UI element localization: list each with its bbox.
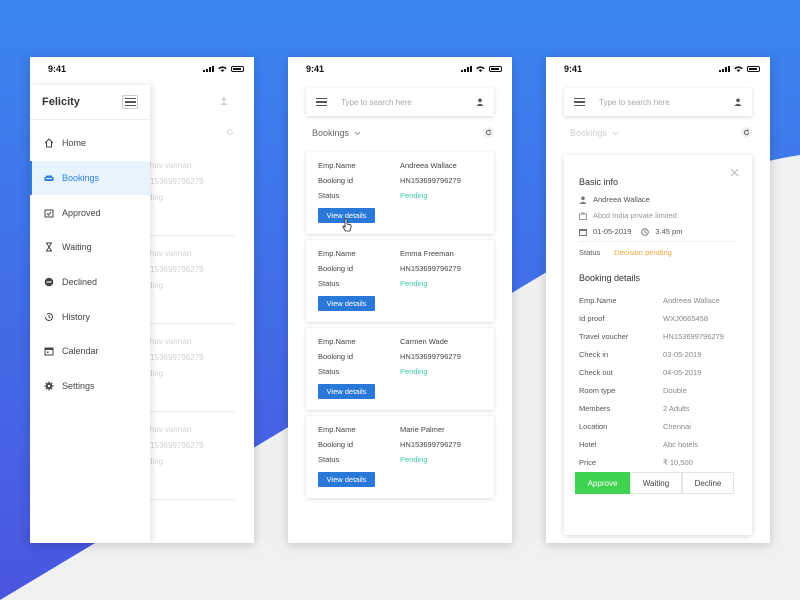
navigation-drawer: Felicity Home Bookings Approved Waiting … xyxy=(30,85,150,543)
nav-item-settings[interactable]: Settings xyxy=(30,369,150,404)
nav-item-approved[interactable]: Approved xyxy=(30,195,150,230)
clock-icon xyxy=(641,227,650,236)
chevron-down-icon xyxy=(612,131,619,135)
status-badge: Pending xyxy=(400,279,428,288)
nav-item-history[interactable]: History xyxy=(30,299,150,334)
minus-circle-icon xyxy=(44,277,54,287)
hamburger-icon xyxy=(124,98,136,106)
booking-date: 01-05-2019 xyxy=(593,227,632,236)
bookings-filter-dropdown[interactable]: Bookings xyxy=(570,128,619,138)
status-label: Status xyxy=(579,248,601,257)
search-bar: Type to search here xyxy=(564,88,752,116)
battery-icon xyxy=(747,66,760,72)
booking-details-title: Booking details xyxy=(579,273,641,283)
ghost-row: ihav vannan I153699796279 ding xyxy=(148,425,204,466)
app-brand: Felicity xyxy=(42,96,80,108)
hamburger-icon[interactable] xyxy=(574,98,585,106)
status-time: 9:41 xyxy=(48,64,67,74)
user-icon xyxy=(579,196,587,204)
refresh-icon xyxy=(485,129,492,136)
booking-card: Emp.Name Carmen Wade Booking id HN15369979… xyxy=(306,328,494,410)
calendar-icon xyxy=(579,228,587,236)
phone-booking-details: 9:41 Type to search here Bookings Basic … xyxy=(546,57,770,543)
status-badge: Decision pending xyxy=(614,248,672,257)
ghost-row: ihav vannan I153699796279 ding xyxy=(148,249,204,290)
close-icon[interactable] xyxy=(730,168,739,177)
user-icon xyxy=(220,97,228,105)
chevron-down-icon xyxy=(354,131,361,135)
battery-icon xyxy=(489,66,502,72)
employee-name: Andreea Wallace xyxy=(593,195,650,204)
phone-bookings-list: 9:41 Type to search here Bookings Emp.Na… xyxy=(288,57,512,543)
ghost-row: ihav vannan I153699796279 ding xyxy=(148,337,204,378)
nav-item-waiting[interactable]: Waiting xyxy=(30,230,150,265)
hand-cursor-icon xyxy=(342,218,352,232)
booking-details-modal: Basic info Andreea Wallace Abcd India pr… xyxy=(564,155,752,535)
status-bar: 9:41 xyxy=(288,57,512,81)
refresh-icon xyxy=(227,129,233,135)
refresh-button[interactable] xyxy=(483,127,494,138)
booking-card: Emp.Name Andreea Wallace Booking id HN1536… xyxy=(306,152,494,234)
booking-card: Emp.Name Emma Freeman Booking id HN1536997… xyxy=(306,240,494,322)
drawer-header: Felicity xyxy=(30,85,150,120)
search-bar: Type to search here xyxy=(306,88,494,116)
view-details-button[interactable]: View details xyxy=(318,472,375,487)
status-badge: Pending xyxy=(400,455,428,464)
status-bar: 9:41 xyxy=(546,57,770,81)
calendar-check-icon xyxy=(44,209,54,218)
phone-navigation-drawer: 9:41 ihav vannan I153699796279 ding ihav v… xyxy=(30,57,254,543)
wifi-icon xyxy=(734,66,743,72)
view-details-button[interactable]: View details xyxy=(318,296,375,311)
basic-info-title: Basic info xyxy=(579,177,619,187)
wifi-icon xyxy=(218,66,227,72)
sofa-icon xyxy=(44,175,54,182)
nav-item-calendar[interactable]: Calendar xyxy=(30,334,150,369)
calendar-icon xyxy=(44,347,54,356)
home-icon xyxy=(44,138,54,148)
booking-card: Emp.Name Marie Palmer Booking id HN1536997… xyxy=(306,416,494,498)
menu-button[interactable] xyxy=(122,95,138,109)
decline-button[interactable]: Decline xyxy=(682,472,734,494)
signal-icon xyxy=(719,66,730,72)
nav-item-declined[interactable]: Declined xyxy=(30,265,150,300)
gear-icon xyxy=(44,381,54,391)
battery-icon xyxy=(231,66,244,72)
booking-time: 3.45 pm xyxy=(655,227,683,236)
refresh-icon xyxy=(743,129,750,136)
building-icon xyxy=(579,212,587,220)
search-input[interactable]: Type to search here xyxy=(599,98,734,107)
user-icon[interactable] xyxy=(476,98,484,106)
waiting-button[interactable]: Waiting xyxy=(630,472,682,494)
status-badge: Pending xyxy=(400,191,428,200)
refresh-button[interactable] xyxy=(741,127,752,138)
user-icon[interactable] xyxy=(734,98,742,106)
status-badge: Pending xyxy=(400,367,428,376)
decision-actions: Approve Waiting Decline xyxy=(575,472,734,494)
status-time: 9:41 xyxy=(564,64,583,74)
nav-item-bookings[interactable]: Bookings xyxy=(30,160,150,196)
status-time: 9:41 xyxy=(306,64,325,74)
view-details-button[interactable]: View details xyxy=(318,384,375,399)
approve-button[interactable]: Approve xyxy=(575,472,630,494)
ghost-row: ihav vannan I153699796279 ding xyxy=(148,161,204,202)
signal-icon xyxy=(203,66,214,72)
company-name: Abcd India private limited xyxy=(593,211,677,220)
status-bar: 9:41 xyxy=(30,57,254,81)
nav-item-home[interactable]: Home xyxy=(30,126,150,161)
signal-icon xyxy=(461,66,472,72)
hamburger-icon[interactable] xyxy=(316,98,327,106)
bookings-filter-dropdown[interactable]: Bookings xyxy=(312,128,361,138)
hourglass-icon xyxy=(46,242,52,252)
wifi-icon xyxy=(476,66,485,72)
search-input[interactable]: Type to search here xyxy=(341,98,476,107)
history-icon xyxy=(44,312,53,321)
